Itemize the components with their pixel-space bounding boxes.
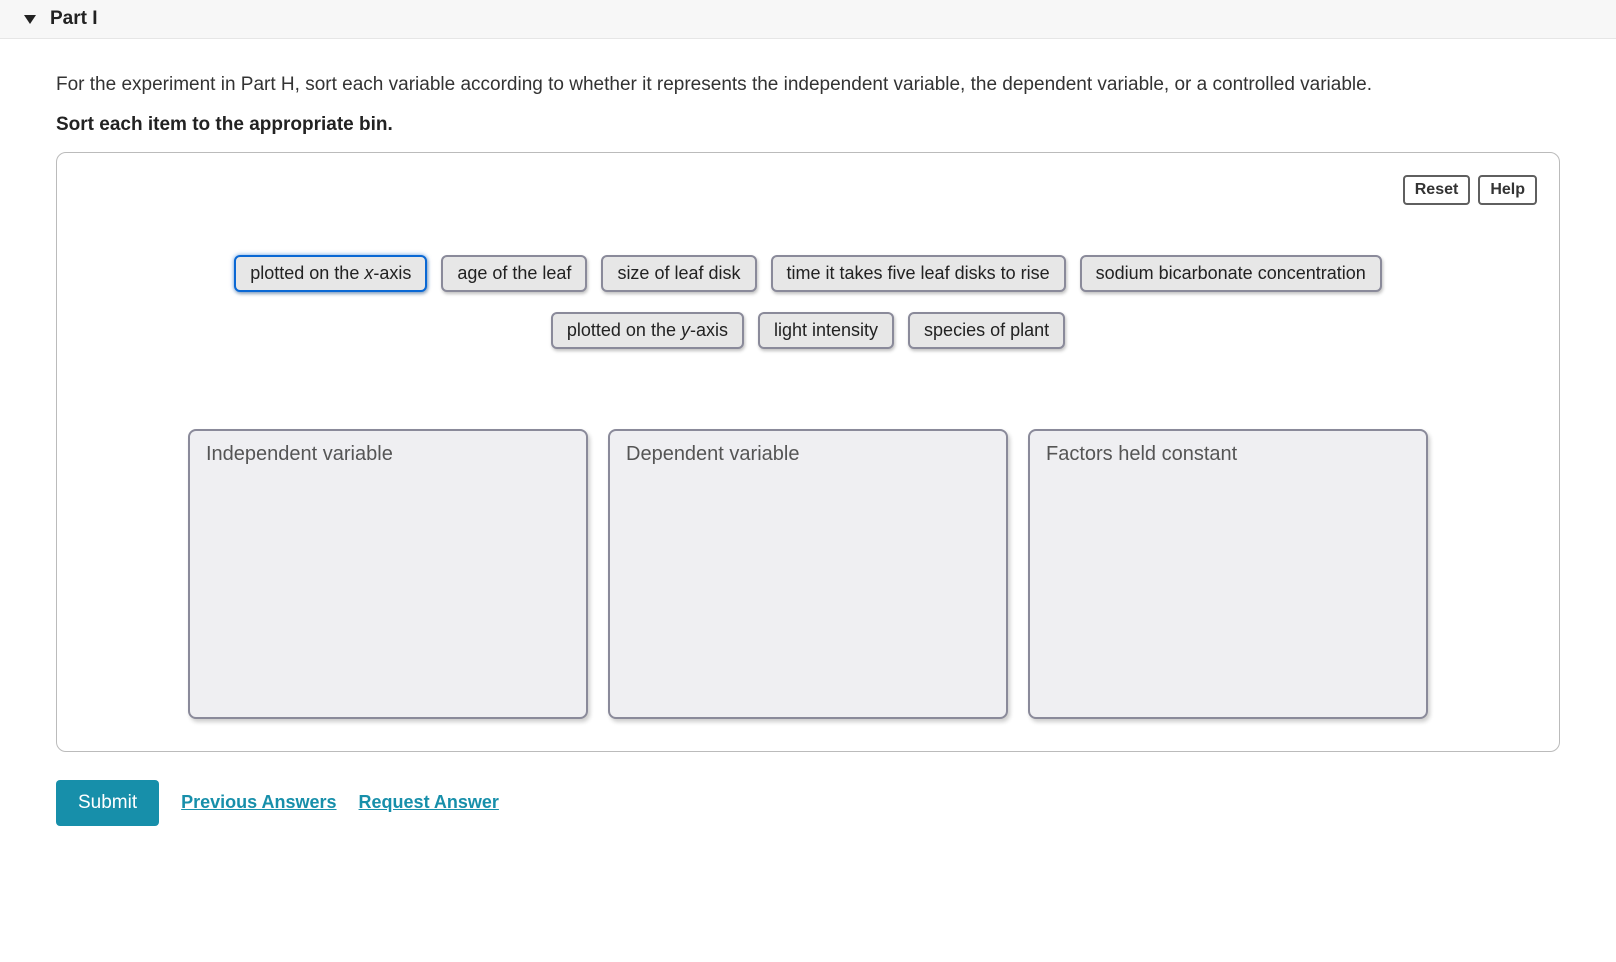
chevron-down-icon[interactable] bbox=[24, 15, 36, 24]
reset-button[interactable]: Reset bbox=[1403, 175, 1471, 205]
bin-independent-variable[interactable]: Independent variable bbox=[188, 429, 588, 719]
bin-dependent-variable[interactable]: Dependent variable bbox=[608, 429, 1008, 719]
bin-title: Factors held constant bbox=[1046, 443, 1410, 466]
items-row-2: plotted on the y-axis light intensity sp… bbox=[551, 312, 1065, 349]
activity-frame: Reset Help plotted on the x-axis age of … bbox=[56, 152, 1560, 752]
prompt-instruction: Sort each item to the appropriate bin. bbox=[56, 114, 1560, 136]
help-button[interactable]: Help bbox=[1478, 175, 1537, 205]
items-row-1: plotted on the x-axis age of the leaf si… bbox=[234, 255, 1382, 292]
item-text-prefix: plotted on the bbox=[250, 263, 364, 283]
item-plotted-x-axis[interactable]: plotted on the x-axis bbox=[234, 255, 427, 292]
part-title: Part I bbox=[50, 8, 98, 30]
item-text-suffix: -axis bbox=[373, 263, 411, 283]
bins-row: Independent variable Dependent variable … bbox=[79, 429, 1537, 719]
part-header[interactable]: Part I bbox=[0, 0, 1616, 39]
draggable-items-pool: plotted on the x-axis age of the leaf si… bbox=[79, 255, 1537, 349]
bin-title: Dependent variable bbox=[626, 443, 990, 466]
item-sodium-bicarbonate-concentration[interactable]: sodium bicarbonate concentration bbox=[1080, 255, 1382, 292]
submit-button[interactable]: Submit bbox=[56, 780, 159, 826]
item-species-of-plant[interactable]: species of plant bbox=[908, 312, 1065, 349]
activity-toolbar: Reset Help bbox=[79, 175, 1537, 205]
item-text-var: y bbox=[681, 320, 690, 340]
item-text-prefix: plotted on the bbox=[567, 320, 681, 340]
item-text-var: x bbox=[364, 263, 373, 283]
item-age-of-leaf[interactable]: age of the leaf bbox=[441, 255, 587, 292]
bin-title: Independent variable bbox=[206, 443, 570, 466]
item-text-suffix: -axis bbox=[690, 320, 728, 340]
part-content: For the experiment in Part H, sort each … bbox=[0, 39, 1616, 846]
item-plotted-y-axis[interactable]: plotted on the y-axis bbox=[551, 312, 744, 349]
previous-answers-link[interactable]: Previous Answers bbox=[181, 792, 336, 813]
item-light-intensity[interactable]: light intensity bbox=[758, 312, 894, 349]
item-time-five-disks-rise[interactable]: time it takes five leaf disks to rise bbox=[771, 255, 1066, 292]
item-size-of-leaf-disk[interactable]: size of leaf disk bbox=[601, 255, 756, 292]
request-answer-link[interactable]: Request Answer bbox=[359, 792, 499, 813]
footer-actions: Submit Previous Answers Request Answer bbox=[56, 780, 1560, 826]
bin-factors-held-constant[interactable]: Factors held constant bbox=[1028, 429, 1428, 719]
prompt-text: For the experiment in Part H, sort each … bbox=[56, 71, 1560, 100]
